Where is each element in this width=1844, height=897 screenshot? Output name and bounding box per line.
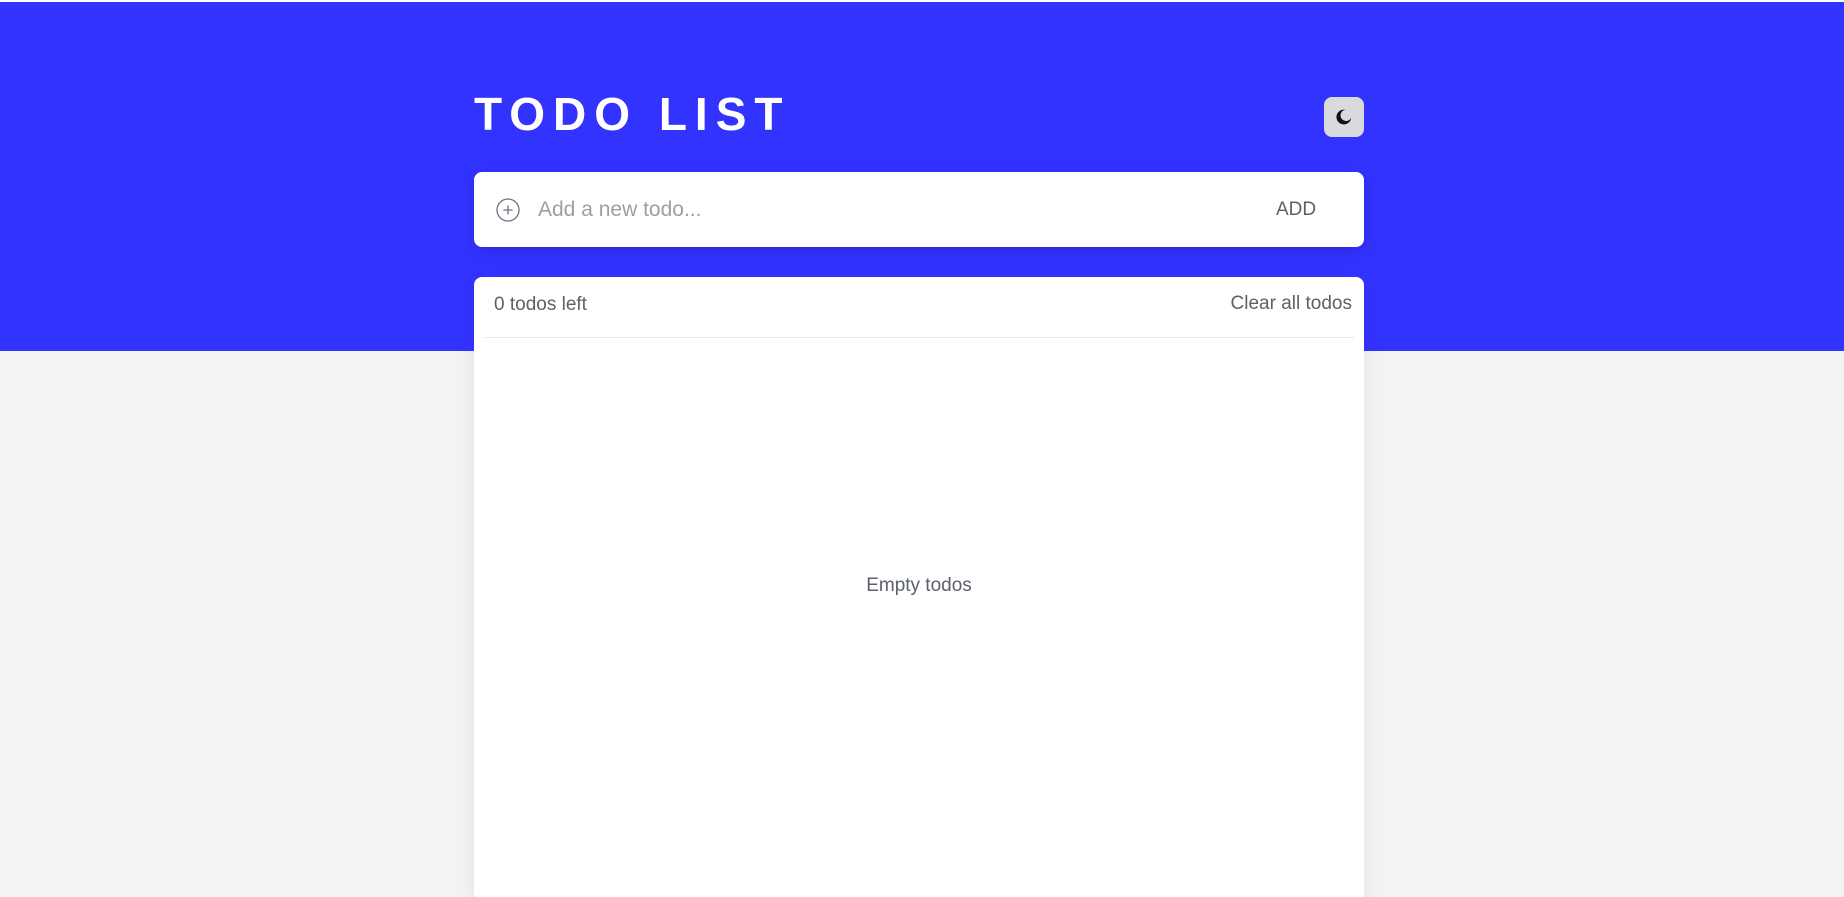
app-container: TODO LIST ADD 0 todos left Clear all tod… — [474, 0, 1364, 897]
plus-circle-icon — [496, 198, 520, 222]
page-title: TODO LIST — [474, 88, 791, 140]
moon-icon — [1335, 108, 1353, 126]
todos-left-count: 0 todos left — [494, 294, 587, 315]
add-todo-button[interactable]: ADD — [1262, 192, 1330, 228]
new-todo-input[interactable] — [538, 190, 1238, 230]
add-todo-bar: ADD — [474, 172, 1364, 247]
todo-list-card: 0 todos left Clear all todos Empty todos — [474, 277, 1364, 897]
empty-todos-message: Empty todos — [866, 575, 972, 596]
todo-list-header: 0 todos left Clear all todos — [484, 277, 1354, 338]
theme-toggle-button[interactable] — [1324, 97, 1364, 137]
clear-all-todos-button[interactable]: Clear all todos — [1231, 291, 1352, 317]
